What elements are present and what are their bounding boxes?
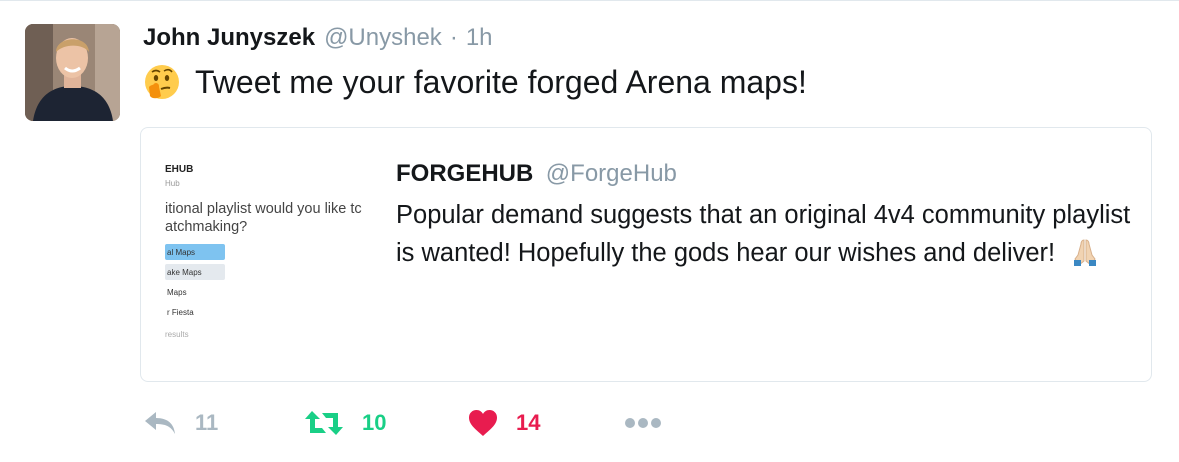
media-question-line2: atchmaking? bbox=[165, 219, 248, 235]
tweet-text: Tweet me your favorite forged Arena maps… bbox=[143, 58, 807, 106]
poll-option-4: r Fiesta bbox=[167, 308, 194, 317]
retweet-action[interactable]: 10 bbox=[304, 400, 386, 446]
quoted-header: FORGEHUB @ForgeHub bbox=[396, 160, 677, 188]
separator-dot: · bbox=[449, 24, 458, 51]
tweet-timestamp[interactable]: 1h bbox=[466, 24, 493, 52]
author-handle[interactable]: @Unyshek bbox=[324, 24, 442, 52]
quoted-text: Popular demand suggests that an original… bbox=[396, 196, 1136, 272]
avatar-photo bbox=[25, 24, 120, 121]
author-name[interactable]: John Junyszek bbox=[143, 24, 315, 52]
reply-count: 11 bbox=[195, 410, 219, 435]
top-divider bbox=[0, 0, 1179, 1]
tweet-header: John Junyszek @Unyshek · 1h bbox=[143, 24, 493, 58]
quoted-author-handle: @ForgeHub bbox=[545, 160, 677, 187]
retweet-icon[interactable] bbox=[304, 409, 344, 437]
media-question: itional playlist would you like tc atchm… bbox=[165, 200, 362, 236]
reply-action[interactable]: 11 bbox=[143, 400, 218, 446]
like-count: 14 bbox=[516, 410, 541, 435]
media-question-line1: itional playlist would you like tc bbox=[165, 201, 362, 217]
more-actions[interactable] bbox=[624, 400, 662, 446]
media-title: EHUB bbox=[165, 164, 194, 175]
poll-option-2: ake Maps bbox=[167, 268, 202, 277]
folded-hands-icon bbox=[1074, 239, 1097, 266]
more-icon[interactable] bbox=[624, 417, 662, 429]
reply-icon[interactable] bbox=[143, 410, 177, 436]
heart-icon[interactable] bbox=[468, 409, 498, 437]
poll-option-1: al Maps bbox=[167, 248, 196, 257]
thinking-face-icon bbox=[145, 65, 179, 99]
avatar[interactable] bbox=[25, 24, 120, 121]
tweet-body: Tweet me your favorite forged Arena maps… bbox=[195, 64, 807, 100]
retweet-count: 10 bbox=[362, 410, 387, 435]
poll-results: results bbox=[165, 330, 189, 339]
poll-option-3: Maps bbox=[167, 288, 187, 297]
quoted-tweet-card[interactable]: EHUB Hub itional playlist would you like… bbox=[140, 127, 1152, 382]
media-subtitle: Hub bbox=[165, 179, 180, 188]
quoted-body: Popular demand suggests that an original… bbox=[396, 201, 1131, 267]
quoted-media-thumbnail[interactable]: EHUB Hub itional playlist would you like… bbox=[165, 158, 385, 348]
quoted-author-name: FORGEHUB bbox=[396, 160, 534, 187]
like-action[interactable]: 14 bbox=[468, 400, 540, 446]
